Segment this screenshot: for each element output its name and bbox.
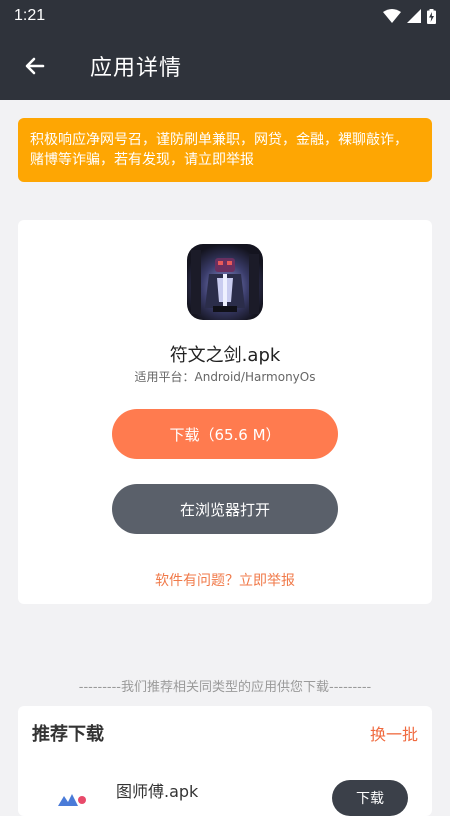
app-icon-image bbox=[187, 244, 263, 320]
back-button[interactable] bbox=[0, 32, 70, 100]
recommended-app-icon bbox=[58, 794, 86, 806]
status-icons bbox=[383, 8, 436, 24]
app-name: 符文之剑.apk bbox=[169, 345, 281, 366]
page-title: 应用详情 bbox=[90, 56, 183, 81]
app-detail-card: 符文之剑.apk 适用平台：Android/HarmonyOs 下载（65.6 … bbox=[18, 220, 432, 604]
platform-info: 适用平台：Android/HarmonyOs bbox=[134, 370, 316, 384]
refresh-batch-link[interactable]: 换一批 bbox=[370, 721, 418, 745]
recommended-app-download-button[interactable]: 下载 bbox=[332, 780, 408, 816]
recommend-tip: ---------我们推荐相关同类型的应用供您下载--------- bbox=[78, 680, 372, 695]
recommend-title: 推荐下载 bbox=[32, 724, 104, 745]
report-link[interactable]: 软件有问题？立即举报 bbox=[18, 570, 432, 590]
open-in-browser-button[interactable]: 在浏览器打开 bbox=[112, 484, 338, 534]
fraud-warning-text: 积极响应净网号召，谨防刷单兼职，网贷，金融，裸聊敲诈，赌博等诈骗，若有发现，请立… bbox=[30, 132, 408, 168]
status-bar: 1:21 bbox=[0, 0, 450, 32]
open-in-browser-label: 在浏览器打开 bbox=[179, 500, 270, 519]
recommended-app-download-label: 下载 bbox=[356, 791, 384, 807]
signal-icon bbox=[407, 9, 421, 23]
fraud-warning-banner: 积极响应净网号召，谨防刷单兼职，网贷，金融，裸聊敲诈，赌博等诈骗，若有发现，请立… bbox=[18, 118, 432, 182]
battery-charging-icon bbox=[427, 8, 436, 24]
download-button-label: 下载（65.6 M） bbox=[169, 425, 281, 444]
wifi-icon bbox=[383, 9, 401, 23]
status-time: 1:21 bbox=[14, 7, 46, 24]
recommended-app-name: 图师傅.apk bbox=[116, 782, 199, 801]
recommend-card: 推荐下载 换一批 图师傅.apk 下载 bbox=[18, 706, 432, 816]
download-button[interactable]: 下载（65.6 M） bbox=[112, 409, 338, 459]
app-icon bbox=[187, 244, 263, 320]
arrow-left-icon bbox=[25, 57, 45, 75]
app-bar: 应用详情 bbox=[0, 32, 450, 100]
